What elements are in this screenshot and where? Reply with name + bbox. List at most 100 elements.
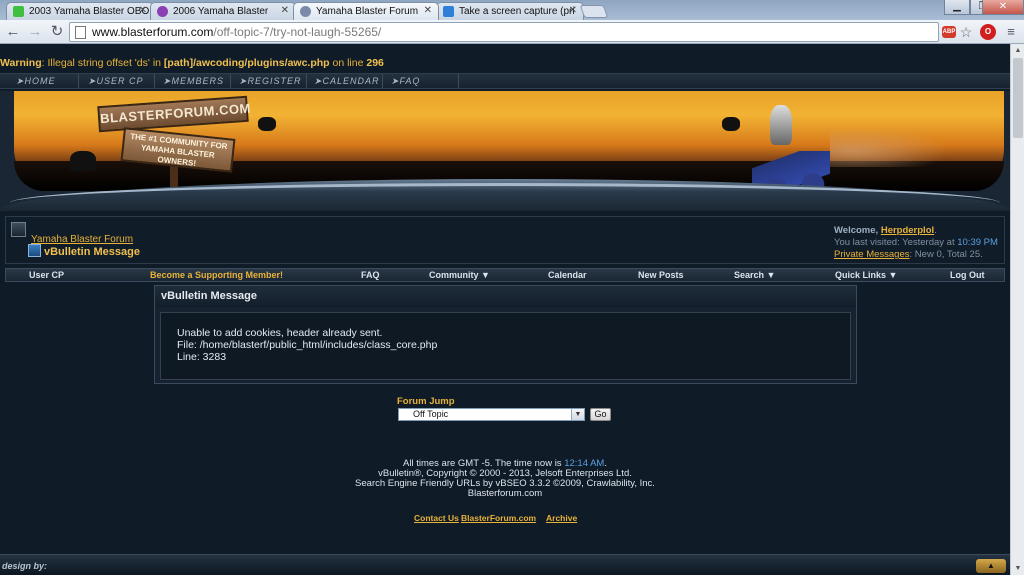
tab-label: Take a screen capture (pri	[459, 6, 575, 17]
page-title: vBulletin Message	[44, 246, 140, 258]
tab-label: 2003 Yamaha Blaster OBO	[29, 6, 150, 17]
contact-us-link[interactable]: Contact Us	[414, 513, 459, 523]
tab-label: Yamaha Blaster Forum	[316, 6, 419, 17]
jumper-silhouette-icon	[258, 117, 276, 131]
nav-community[interactable]: Community ▼	[429, 270, 490, 280]
warning-text-2: on line	[329, 57, 367, 69]
warning-line: 296	[366, 57, 384, 69]
message-header: vBulletin Message	[155, 286, 856, 307]
topnav-home[interactable]: ➤HOME	[16, 76, 56, 87]
forum-jump-selected: Off Topic	[413, 409, 449, 419]
divider	[458, 74, 459, 89]
last-visited-time: 10:39 PM	[957, 237, 998, 248]
php-warning: Warning: Illegal string offset 'ds' in […	[0, 57, 384, 69]
nav-supporting-member[interactable]: Become a Supporting Member!	[150, 270, 283, 280]
nav-calendar[interactable]: Calendar	[548, 270, 587, 280]
back-to-top-icon[interactable]: ▲	[976, 559, 1006, 573]
adblock-icon[interactable]: ABP	[942, 26, 956, 38]
reload-icon[interactable]: ↻	[48, 23, 66, 41]
warning-label: Warning	[0, 57, 42, 69]
new-tab-button[interactable]	[579, 5, 609, 18]
rider-silhouette-icon	[70, 151, 96, 171]
tab-strip: 2003 Yamaha Blaster OBO ✕ 2006 Yamaha Bl…	[0, 0, 1024, 20]
divider	[382, 74, 383, 89]
page-icon	[75, 26, 86, 39]
scroll-up-icon[interactable]: ▲	[1011, 44, 1024, 57]
forum-navbar: User CP Become a Supporting Member! FAQ …	[5, 268, 1005, 282]
nav-search[interactable]: Search ▼	[734, 270, 775, 280]
jumper-silhouette-icon	[722, 117, 740, 131]
go-button[interactable]: Go	[590, 408, 611, 421]
windows-favicon-icon	[443, 6, 454, 17]
tab-2006-yamaha[interactable]: 2006 Yamaha Blaster ✕	[150, 2, 296, 20]
footer-info: All times are GMT -5. The time now is 12…	[300, 459, 710, 499]
chevron-down-icon[interactable]: ▼	[571, 409, 584, 420]
tab-label: 2006 Yamaha Blaster	[173, 6, 269, 17]
breadcrumb: Yamaha Blaster Forum vBulletin Message W…	[5, 216, 1005, 264]
footer-links: Contact Us BlasterForum.com Archive	[0, 513, 1010, 525]
username-link[interactable]: Herpderplol	[881, 225, 934, 236]
window-close-button[interactable]: ✕	[982, 0, 1024, 15]
divider	[306, 74, 307, 89]
close-icon[interactable]: ✕	[569, 5, 577, 16]
forum-jump-label: Forum Jump	[397, 396, 455, 407]
topnav-register[interactable]: ➤REGISTER	[239, 76, 302, 87]
page-content: Warning: Illegal string offset 'ds' in […	[0, 44, 1010, 575]
divider	[230, 74, 231, 89]
nav-faq[interactable]: FAQ	[361, 270, 380, 280]
close-icon[interactable]: ✕	[139, 5, 147, 16]
green-favicon-icon	[13, 6, 24, 17]
message-line-2: File: /home/blasterf/public_html/include…	[177, 339, 438, 351]
breadcrumb-parent[interactable]: Yamaha Blaster Forum	[31, 234, 133, 245]
warning-text: : Illegal string offset 'ds' in	[41, 57, 164, 69]
divider	[78, 74, 79, 89]
tab-2003-yamaha[interactable]: 2003 Yamaha Blaster OBO ✕	[6, 2, 154, 20]
bottom-bar: design by: ▲	[0, 554, 1010, 575]
url-host: www.blasterforum.com	[92, 25, 214, 39]
topnav-members[interactable]: ➤MEMBERS	[163, 76, 224, 87]
topnav-faq[interactable]: ➤FAQ	[391, 76, 420, 87]
welcome-label: Welcome,	[834, 225, 879, 236]
nav-log-out[interactable]: Log Out	[950, 270, 985, 280]
forward-arrow-icon[interactable]: →	[26, 23, 44, 41]
welcome-panel: Welcome, Herpderplol. You last visited: …	[834, 225, 998, 260]
topnav-calendar[interactable]: ➤CALENDAR	[314, 76, 380, 87]
close-icon[interactable]: ✕	[424, 5, 432, 16]
message-line-3: Line: 3283	[177, 351, 227, 363]
top-nav: ➤HOME ➤USER CP ➤MEMBERS ➤REGISTER ➤CALEN…	[0, 73, 1010, 89]
forum-jump-select[interactable]: Off Topic ▼	[398, 408, 585, 421]
close-icon[interactable]: ✕	[281, 5, 289, 16]
nav-quick-links[interactable]: Quick Links ▼	[835, 270, 897, 280]
dust-cloud	[830, 127, 950, 167]
scrollbar[interactable]: ▲ ▼	[1010, 44, 1024, 575]
peace-favicon-icon	[157, 6, 168, 17]
divider	[154, 74, 155, 89]
archive-link[interactable]: Archive	[546, 513, 577, 523]
scroll-down-icon[interactable]: ▼	[1011, 562, 1024, 575]
star-icon[interactable]: ☆	[957, 23, 975, 41]
tab-blaster-forum[interactable]: Yamaha Blaster Forum ✕	[293, 2, 439, 20]
minimize-button[interactable]: ▁	[944, 0, 970, 15]
site-name: Blasterforum.com	[467, 488, 543, 499]
private-messages-link[interactable]: Private Messages	[834, 249, 910, 260]
opera-icon[interactable]: O	[980, 24, 996, 40]
topnav-user-cp[interactable]: ➤USER CP	[88, 76, 144, 87]
warning-path: [path]/awcoding/plugins/awc.php	[163, 57, 330, 69]
tab-screen-capture[interactable]: Take a screen capture (pri ✕	[436, 2, 584, 20]
message-body: Unable to add cookies, header already se…	[160, 312, 851, 380]
message-line-1: Unable to add cookies, header already se…	[177, 327, 383, 339]
nav-new-posts[interactable]: New Posts	[638, 270, 684, 280]
scroll-thumb[interactable]	[1013, 58, 1023, 138]
back-arrow-icon[interactable]: ←	[4, 23, 22, 41]
forum-favicon-icon	[300, 6, 311, 17]
design-by-label: design by:	[2, 561, 48, 571]
address-bar[interactable]: www.blasterforum.com/off-topic-7/try-not…	[69, 22, 939, 42]
browser-chrome: 2003 Yamaha Blaster OBO ✕ 2006 Yamaha Bl…	[0, 0, 1024, 44]
menu-icon[interactable]: ≡	[1002, 23, 1020, 41]
rider-figure	[770, 105, 792, 145]
blasterforum-link[interactable]: BlasterForum.com	[461, 513, 536, 523]
nav-user-cp[interactable]: User CP	[29, 270, 64, 280]
forum-home-icon[interactable]	[11, 222, 26, 237]
url-path: /off-topic-7/try-not-laugh-55265/	[213, 25, 382, 39]
browser-toolbar: ← → ↻ www.blasterforum.com/off-topic-7/t…	[0, 20, 1024, 44]
